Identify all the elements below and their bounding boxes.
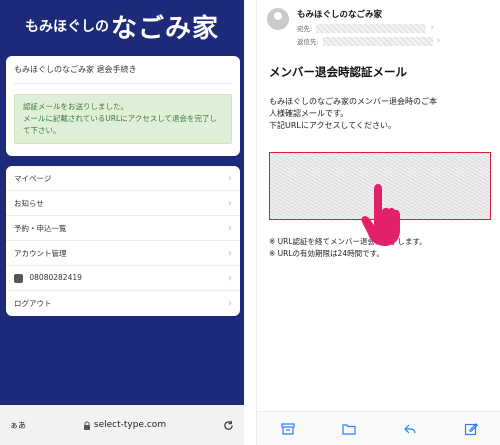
mail-toolbar — [257, 411, 500, 445]
url-text: select-type.com — [93, 420, 167, 430]
success-notice: 認証メールをお送りしました。 メールに記載されているURLにアクセスして退会を完… — [14, 94, 232, 144]
chevron-right-icon: › — [228, 222, 232, 234]
phone-icon — [14, 273, 23, 283]
tap-hand-icon — [361, 184, 400, 246]
to-row[interactable]: 宛先: › — [297, 23, 440, 33]
menu-item-label: アカウント管理 — [14, 248, 67, 258]
chevron-right-icon: › — [228, 247, 232, 259]
menu-item-phone[interactable]: 08080282419 › — [6, 266, 240, 291]
menu-item-reservations[interactable]: 予約・申込一覧 › — [6, 216, 240, 241]
body-line-1: もみほぐしのなごみ家のメンバー退会時のご本 — [269, 97, 437, 106]
archive-icon[interactable] — [280, 422, 295, 436]
chevron-right-icon: › — [430, 23, 434, 33]
avatar[interactable] — [267, 8, 289, 30]
url-field[interactable]: select-type.com — [83, 420, 166, 430]
redacted-address — [316, 23, 427, 33]
menu-item-label: お知らせ — [14, 198, 44, 208]
browser-url-bar[interactable]: ぁあ select-type.com — [0, 405, 244, 445]
logo-small-text: もみほぐしの — [24, 19, 109, 35]
body-line-2: 人様確認メールです。 — [269, 109, 349, 118]
chevron-right-icon: › — [436, 36, 441, 46]
body-line-3: 下記URLにアクセスしてください。 — [269, 121, 396, 130]
reply-to-label: 返信先: — [297, 38, 319, 46]
chevron-right-icon: › — [228, 197, 232, 209]
folder-icon[interactable] — [341, 422, 356, 436]
menu-item-label: マイページ — [14, 173, 52, 183]
mail-body: もみほぐしのなごみ家のメンバー退会時のご本 人様確認メールです。 下記URLにア… — [257, 80, 500, 132]
to-label: 宛先: — [297, 25, 313, 33]
chevron-right-icon: › — [228, 298, 232, 309]
sender-name[interactable]: もみほぐしのなごみ家 — [297, 8, 440, 20]
menu-item-mypage[interactable]: マイページ › — [6, 166, 240, 191]
nav-menu: マイページ › お知らせ › 予約・申込一覧 › アカウント管理 › 08080… — [6, 166, 240, 316]
chevron-right-icon: › — [228, 272, 232, 284]
menu-item-label: ログアウト — [14, 299, 52, 308]
menu-item-news[interactable]: お知らせ › — [6, 191, 240, 216]
notice-line-1: 認証メールをお送りしました。 — [23, 102, 128, 111]
compose-icon[interactable] — [464, 422, 478, 436]
menu-item-label: 08080282419 — [29, 273, 82, 283]
redacted-address — [322, 36, 433, 46]
mail-subject: メンバー退会時認証メール — [269, 65, 407, 79]
menu-item-logout[interactable]: ログアウト › — [6, 291, 240, 316]
reply-icon[interactable] — [403, 422, 417, 436]
menu-item-label: 予約・申込一覧 — [14, 223, 67, 233]
left-phone-screen: もみほぐしの なごみ家 もみほぐしのなごみ家 退会手続き 認証メールをお送りしま… — [0, 0, 244, 445]
text-size-button[interactable]: ぁあ — [10, 420, 26, 431]
reply-to-row[interactable]: 返信先: › — [297, 36, 440, 46]
site-logo[interactable]: もみほぐしの なごみ家 — [0, 0, 244, 52]
card-title: もみほぐしのなごみ家 退会手続き — [14, 64, 232, 84]
lock-icon — [83, 421, 90, 430]
notice-line-2: メールに記載されているURLにアクセスして退会を完了して下さい。 — [23, 114, 218, 135]
reload-icon[interactable] — [223, 420, 234, 431]
mail-header: もみほぐしのなごみ家 宛先: › 返信先: › — [257, 0, 500, 52]
withdrawal-card: もみほぐしのなごみ家 退会手続き 認証メールをお送りしました。 メールに記載され… — [6, 56, 240, 156]
logo-big-text: なごみ家 — [110, 13, 219, 44]
chevron-right-icon: › — [228, 172, 232, 184]
menu-item-account[interactable]: アカウント管理 › — [6, 241, 240, 266]
